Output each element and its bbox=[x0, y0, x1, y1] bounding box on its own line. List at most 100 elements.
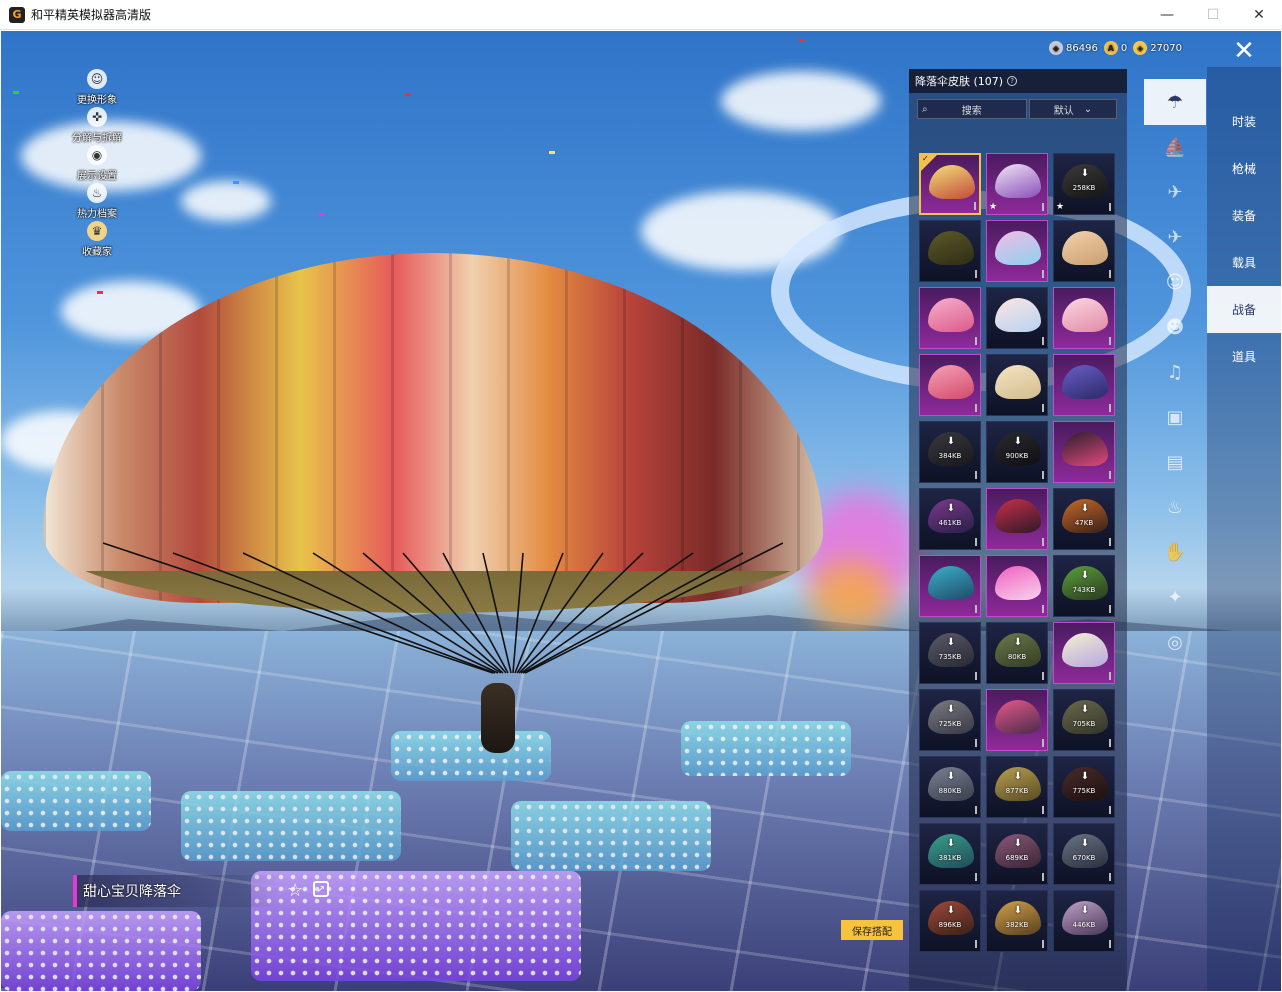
side-item-display-settings[interactable]: ◉ 展示设置 bbox=[59, 145, 135, 183]
skin-cell[interactable]: ⬇ 80KB bbox=[986, 622, 1048, 684]
skin-cell[interactable]: ⬇ 743KB bbox=[1053, 555, 1115, 617]
side-item-change-look[interactable]: ☺ 更换形象 bbox=[59, 69, 135, 107]
skin-cell[interactable]: ⬇ 258KB ★ bbox=[1053, 153, 1115, 215]
side-item-split[interactable]: ✜ 分解与拆解 bbox=[59, 107, 135, 145]
rail-item-robot[interactable]: ☻ bbox=[1144, 305, 1206, 350]
skin-cell[interactable]: ⬇ 900KB bbox=[986, 421, 1048, 483]
search-input[interactable]: ⌕ 搜索 bbox=[917, 99, 1027, 119]
cell-marker bbox=[975, 404, 977, 412]
rail-item-extinguisher[interactable]: ♨ bbox=[1144, 485, 1206, 530]
skin-cell[interactable]: ★ bbox=[986, 153, 1048, 215]
hand-icon: ✋ bbox=[1163, 542, 1187, 563]
skin-cell[interactable] bbox=[986, 488, 1048, 550]
rail-item-plane[interactable]: ✈ bbox=[1144, 215, 1206, 260]
skin-cell[interactable] bbox=[986, 689, 1048, 751]
parachute-icon: ☂ bbox=[1166, 91, 1184, 113]
skin-cell[interactable] bbox=[1053, 421, 1115, 483]
split-icon: ✜ bbox=[87, 107, 107, 127]
cell-marker bbox=[975, 806, 977, 814]
confetti bbox=[799, 39, 805, 42]
rail-item-hand[interactable]: ✋ bbox=[1144, 530, 1206, 575]
favorite-star-icon[interactable]: ☆ bbox=[287, 880, 303, 901]
side-item-collector[interactable]: ♛ 收藏家 bbox=[59, 221, 135, 259]
rail-item-parachute[interactable]: ☂ bbox=[1144, 79, 1206, 125]
equipped-check-icon: ✓ bbox=[921, 155, 937, 171]
tab-item[interactable]: 装备 bbox=[1207, 192, 1281, 239]
rail-item-wand[interactable]: ✦ bbox=[1144, 575, 1206, 620]
skin-cell[interactable]: ⬇ 384KB bbox=[919, 421, 981, 483]
cell-marker bbox=[1109, 672, 1111, 680]
download-icon: ⬇ bbox=[946, 637, 956, 648]
download-size: 775KB bbox=[1072, 787, 1096, 795]
close-icon: ✕ bbox=[1253, 7, 1265, 23]
download-icon: ⬇ bbox=[1080, 168, 1090, 179]
download-size: 705KB bbox=[1072, 720, 1096, 728]
rail-item-drone[interactable]: ✈ bbox=[1144, 170, 1206, 215]
skin-cell[interactable]: ⬇ 670KB bbox=[1053, 823, 1115, 885]
skin-cell[interactable] bbox=[1053, 622, 1115, 684]
rail-item-boat[interactable]: ⛵ bbox=[1144, 125, 1206, 170]
skin-cell[interactable]: ✓ bbox=[919, 153, 981, 215]
download-icon: ⬇ bbox=[1080, 771, 1090, 782]
parachute-preview[interactable] bbox=[43, 253, 823, 753]
skin-cell[interactable] bbox=[919, 555, 981, 617]
skin-cell[interactable]: ⬇ 461KB bbox=[919, 488, 981, 550]
tab-item[interactable]: 枪械 bbox=[1207, 145, 1281, 192]
rail-item-ufo[interactable]: ◎ bbox=[1144, 620, 1206, 665]
side-item-heat-profile[interactable]: ♨ 热力档案 bbox=[59, 183, 135, 221]
minimize-icon: — bbox=[1160, 7, 1174, 23]
close-window-button[interactable]: ✕ bbox=[1236, 0, 1282, 30]
skin-cell[interactable]: ⬇ 47KB bbox=[1053, 488, 1115, 550]
skin-cell[interactable]: ⬇ 705KB bbox=[1053, 689, 1115, 751]
skin-cell[interactable] bbox=[1053, 287, 1115, 349]
save-outfit-button[interactable]: 保存搭配 bbox=[841, 920, 903, 940]
gold-badge-icon: A bbox=[1103, 41, 1118, 55]
rail-item-emote[interactable]: ☺ bbox=[1144, 260, 1206, 305]
skin-cell[interactable]: ⬇ 382KB bbox=[986, 890, 1048, 952]
rail-item-chat[interactable]: ▣ bbox=[1144, 395, 1206, 440]
skin-cell[interactable] bbox=[986, 287, 1048, 349]
skin-cell[interactable] bbox=[986, 220, 1048, 282]
side-item-label: 更换形象 bbox=[77, 95, 117, 106]
skin-cell[interactable] bbox=[1053, 220, 1115, 282]
skin-cell[interactable]: ⬇ 775KB bbox=[1053, 756, 1115, 818]
chevron-down-icon: ⌄ bbox=[1083, 103, 1093, 115]
cell-marker bbox=[975, 270, 977, 278]
skin-cell[interactable]: ⬇ 896KB bbox=[919, 890, 981, 952]
help-icon[interactable]: ? bbox=[1007, 76, 1018, 86]
jumper-character bbox=[481, 683, 515, 753]
skin-cell[interactable]: ⬇ 880KB bbox=[919, 756, 981, 818]
download-size: 80KB bbox=[1007, 653, 1027, 661]
cell-marker bbox=[1109, 739, 1111, 747]
rail-item-photo[interactable]: ▤ bbox=[1144, 440, 1206, 485]
minimize-button[interactable]: — bbox=[1144, 0, 1190, 30]
tab-item[interactable]: 道具 bbox=[1207, 333, 1281, 380]
download-size: 880KB bbox=[938, 787, 962, 795]
tab-item[interactable]: 时装 bbox=[1207, 98, 1281, 145]
emote-icon: ☺ bbox=[1165, 272, 1185, 293]
skin-cell[interactable] bbox=[1053, 354, 1115, 416]
skin-cell[interactable]: ⬇ 725KB bbox=[919, 689, 981, 751]
share-icon[interactable]: ↗ bbox=[313, 881, 329, 897]
download-size: 725KB bbox=[938, 720, 962, 728]
skin-cell[interactable] bbox=[986, 555, 1048, 617]
maximize-button[interactable]: ☐ bbox=[1190, 0, 1236, 30]
boat-icon: ⛵ bbox=[1163, 137, 1187, 158]
speaker-icon: ♫ bbox=[1166, 362, 1184, 383]
skin-cell[interactable]: ⬇ 735KB bbox=[919, 622, 981, 684]
tab-item[interactable]: 战备 bbox=[1207, 286, 1281, 333]
skin-cell[interactable]: ⬇ 446KB bbox=[1053, 890, 1115, 952]
window-title: 和平精英模拟器高清版 bbox=[31, 8, 152, 22]
skin-cell[interactable]: ⬇ 381KB bbox=[919, 823, 981, 885]
skin-cell[interactable]: ⬇ 689KB bbox=[986, 823, 1048, 885]
sort-select[interactable]: 默认 ⌄ bbox=[1029, 99, 1117, 119]
rail-item-speaker[interactable]: ♫ bbox=[1144, 350, 1206, 395]
skin-cell[interactable] bbox=[919, 354, 981, 416]
skin-cell[interactable] bbox=[919, 287, 981, 349]
close-panel-button[interactable]: ✕ bbox=[1207, 31, 1281, 71]
skin-cell[interactable]: ⬇ 877KB bbox=[986, 756, 1048, 818]
download-size: 446KB bbox=[1072, 921, 1096, 929]
tab-item[interactable]: 载具 bbox=[1207, 239, 1281, 286]
skin-cell[interactable] bbox=[919, 220, 981, 282]
skin-cell[interactable] bbox=[986, 354, 1048, 416]
